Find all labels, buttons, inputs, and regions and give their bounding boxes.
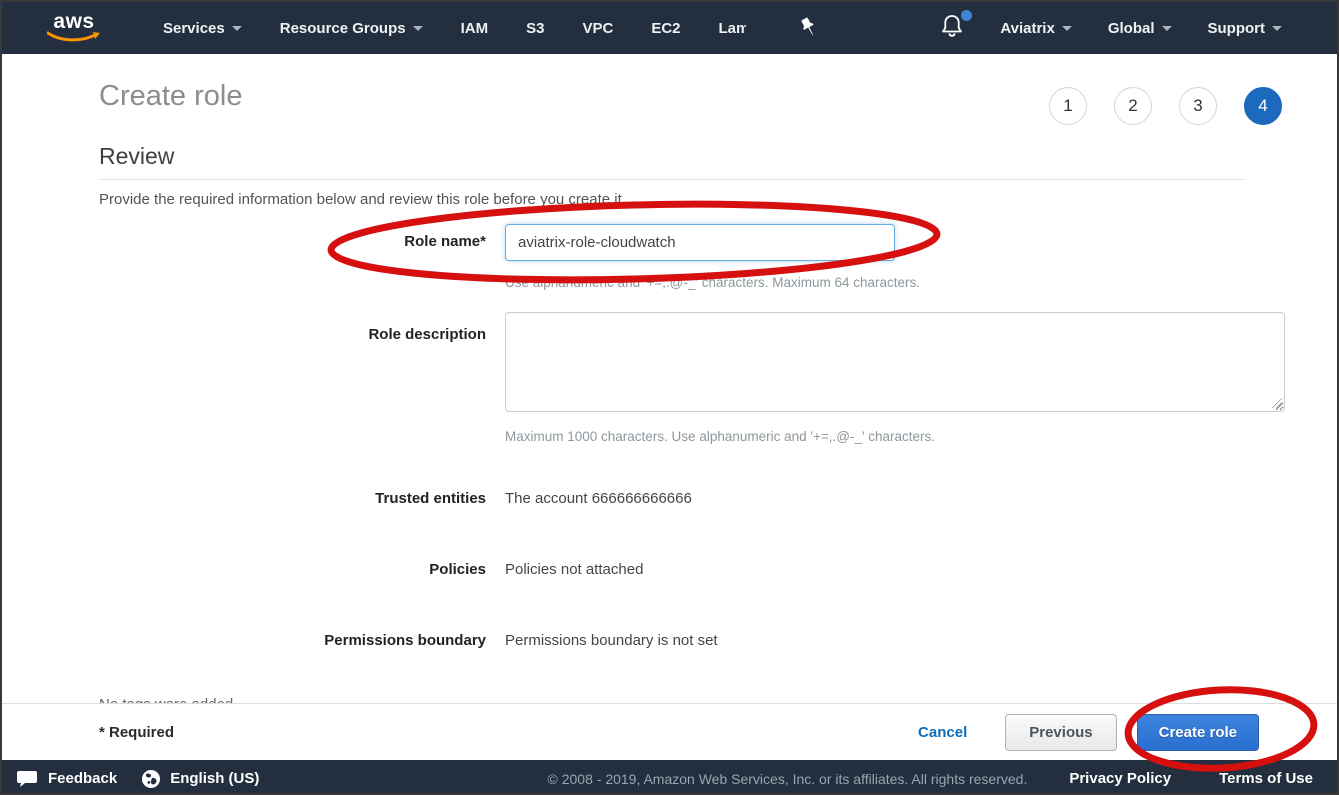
chevron-down-icon xyxy=(1272,26,1282,31)
role-name-input[interactable] xyxy=(505,224,895,261)
top-navbar: aws Services Resource Groups IAM S3 VPC … xyxy=(2,2,1337,54)
section-divider xyxy=(99,179,1244,180)
cancel-link[interactable]: Cancel xyxy=(918,724,967,741)
nav-shortcut-s3[interactable]: S3 xyxy=(526,20,544,37)
nav-services-menu[interactable]: Services xyxy=(163,20,242,37)
page-title: Create role xyxy=(99,80,242,113)
create-role-button[interactable]: Create role xyxy=(1137,714,1259,751)
nav-shortcut-ec2[interactable]: EC2 xyxy=(651,20,680,37)
legal-links: Privacy Policy Terms of Use xyxy=(1069,770,1313,787)
account-menu-label: Aviatrix xyxy=(1000,20,1054,37)
nav-shortcut-lambda-truncated[interactable]: Lambda xyxy=(719,20,746,37)
notifications-bell[interactable] xyxy=(940,13,964,44)
section-description: Provide the required information below a… xyxy=(99,191,626,208)
feedback-bubble-icon xyxy=(16,768,38,790)
globe-icon xyxy=(141,769,161,789)
language-label: English (US) xyxy=(170,770,259,787)
trusted-entities-value: The account 666666666666 xyxy=(505,490,692,507)
trusted-entities-label: Trusted entities xyxy=(99,490,486,507)
wizard-step-2[interactable]: 2 xyxy=(1114,87,1152,125)
feedback-link: Feedback xyxy=(48,770,117,787)
role-description-helper: Maximum 1000 characters. Use alphanumeri… xyxy=(505,429,935,444)
chevron-down-icon xyxy=(413,26,423,31)
nav-resource-groups-label: Resource Groups xyxy=(280,20,406,37)
aws-logo[interactable]: aws xyxy=(47,13,101,43)
nav-right-group: Aviatrix Global Support xyxy=(940,13,1282,44)
role-name-helper: Use alphanumeric and '+=,.@-_' character… xyxy=(505,275,920,290)
nav-shortcut-iam[interactable]: IAM xyxy=(461,20,489,37)
feedback-group[interactable]: Feedback xyxy=(16,768,117,790)
terms-of-use-link[interactable]: Terms of Use xyxy=(1219,770,1313,787)
region-menu-label: Global xyxy=(1108,20,1155,37)
pushpin-icon[interactable] xyxy=(798,17,818,39)
wizard-step-3[interactable]: 3 xyxy=(1179,87,1217,125)
region-menu[interactable]: Global xyxy=(1108,20,1172,37)
permissions-boundary-label: Permissions boundary xyxy=(99,632,486,649)
aws-smile-icon xyxy=(47,31,101,43)
nav-services-label: Services xyxy=(163,20,225,37)
wizard-step-1[interactable]: 1 xyxy=(1049,87,1087,125)
policies-label: Policies xyxy=(99,561,486,578)
notification-dot xyxy=(961,10,972,21)
wizard-step-4-active[interactable]: 4 xyxy=(1244,87,1282,125)
action-buttons: Cancel Previous Create role xyxy=(918,714,1259,751)
account-menu[interactable]: Aviatrix xyxy=(1000,20,1071,37)
console-footer-bar: Feedback English (US) © 2008 - 2019, Ama… xyxy=(2,760,1337,795)
nav-shortcuts: Services Resource Groups IAM S3 VPC EC2 … xyxy=(163,17,818,39)
wizard-step-indicator: 1 2 3 4 xyxy=(1049,87,1282,125)
wizard-action-bar: * Required Cancel Previous Create role xyxy=(2,703,1337,760)
language-selector[interactable]: English (US) xyxy=(141,769,259,789)
aws-console-window: aws Services Resource Groups IAM S3 VPC … xyxy=(0,0,1339,795)
required-note: * Required xyxy=(99,724,174,741)
nav-lambda-label: Lambda xyxy=(719,20,746,37)
permissions-boundary-value: Permissions boundary is not set xyxy=(505,632,718,649)
copyright-text: © 2008 - 2019, Amazon Web Services, Inc.… xyxy=(548,771,1028,787)
support-menu[interactable]: Support xyxy=(1208,20,1283,37)
policies-value: Policies not attached xyxy=(505,561,643,578)
role-description-textarea[interactable] xyxy=(505,312,1285,412)
section-title: Review xyxy=(99,143,174,170)
nav-resource-groups-menu[interactable]: Resource Groups xyxy=(280,20,423,37)
chevron-down-icon xyxy=(232,26,242,31)
nav-shortcut-vpc[interactable]: VPC xyxy=(582,20,613,37)
chevron-down-icon xyxy=(1162,26,1172,31)
chevron-down-icon xyxy=(1062,26,1072,31)
role-name-label: Role name* xyxy=(99,233,486,250)
privacy-policy-link[interactable]: Privacy Policy xyxy=(1069,770,1171,787)
support-menu-label: Support xyxy=(1208,20,1266,37)
aws-logo-text: aws xyxy=(53,13,94,31)
role-description-label: Role description xyxy=(99,326,486,343)
previous-button[interactable]: Previous xyxy=(1005,714,1116,751)
